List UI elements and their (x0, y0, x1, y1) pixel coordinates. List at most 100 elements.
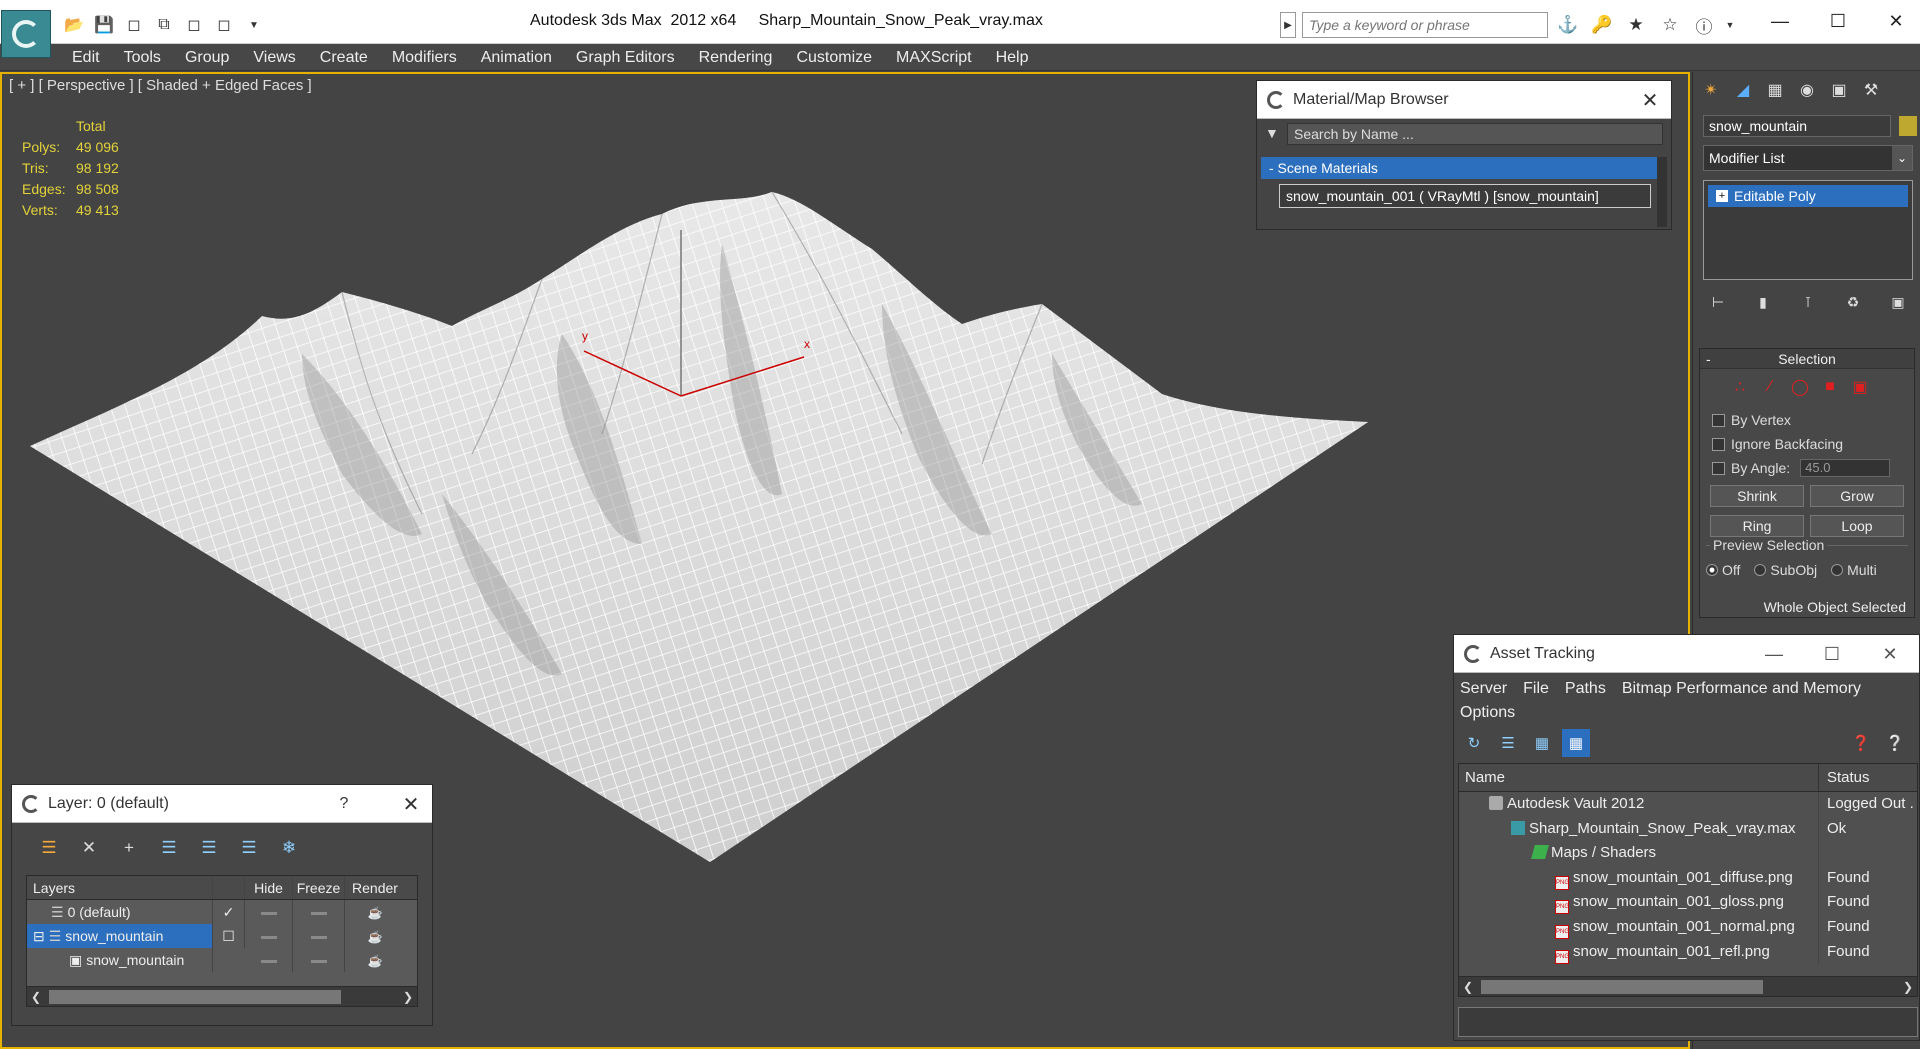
create-tab-icon[interactable]: ✴ (1697, 76, 1725, 104)
minimize-button[interactable]: — (1760, 8, 1800, 34)
scroll-thumb[interactable] (49, 990, 341, 1004)
redo-icon[interactable]: ◻ (210, 12, 238, 38)
display-tab-icon[interactable]: ▣ (1825, 76, 1853, 104)
object-color-swatch[interactable] (1899, 116, 1917, 136)
help-question-icon[interactable]: ❓ (1847, 729, 1875, 757)
column-hide[interactable]: Hide (245, 876, 293, 899)
list-view-icon[interactable]: ☰ (1494, 729, 1522, 757)
toolbar-dropdown-icon[interactable]: ▼ (240, 12, 268, 38)
preview-subobj-radio[interactable]: SubObj (1754, 562, 1817, 578)
highlight-selected-icon[interactable]: ☰ (192, 835, 226, 861)
menu-customize[interactable]: Customize (784, 44, 884, 71)
menu-modifiers[interactable]: Modifiers (380, 44, 469, 71)
remove-modifier-icon[interactable]: ♻ (1838, 290, 1868, 314)
column-layers[interactable]: Layers (27, 876, 213, 899)
help-dropdown-icon[interactable]: ▼ (1724, 12, 1736, 38)
close-icon[interactable]: ✕ (1637, 87, 1663, 113)
close-button[interactable]: ✕ (1861, 635, 1919, 673)
asset-row[interactable]: PNG snow_mountain_001_diffuse.png Found (1459, 865, 1917, 891)
menu-group[interactable]: Group (173, 44, 241, 71)
loop-button[interactable]: Loop (1810, 515, 1904, 537)
open-file-icon[interactable]: 📂 (60, 12, 88, 38)
border-level-icon[interactable]: ◯ (1790, 377, 1810, 397)
freeze-toggle[interactable] (310, 959, 327, 963)
create-layer-icon[interactable]: ☰ (32, 835, 66, 861)
menu-views[interactable]: Views (241, 44, 307, 71)
set-current-box-icon[interactable]: ☐ (222, 928, 235, 944)
binoculars-icon[interactable]: ⚓ (1554, 12, 1582, 38)
current-layer-check[interactable]: ✓ (213, 900, 245, 924)
motion-tab-icon[interactable]: ◉ (1793, 76, 1821, 104)
asset-row[interactable]: Autodesk Vault 2012 Logged Out . (1459, 792, 1917, 817)
ignore-backfacing-checkbox[interactable] (1712, 437, 1725, 451)
layer-row-selected[interactable]: ⊟ ☰ snow_mountain ☐ ☕ (27, 924, 417, 948)
modifier-list-dropdown[interactable]: Modifier List ⌄ (1703, 145, 1913, 171)
menu-animation[interactable]: Animation (469, 44, 564, 71)
menu-rendering[interactable]: Rendering (687, 44, 785, 71)
close-icon[interactable]: ✕ (398, 791, 424, 817)
menu-help[interactable]: Help (984, 44, 1041, 71)
asset-row[interactable]: PNG snow_mountain_001_normal.png Found (1459, 914, 1917, 940)
make-unique-icon[interactable]: ⊺ (1793, 290, 1823, 314)
vertex-level-icon[interactable]: ∴ (1730, 377, 1750, 397)
freeze-toggle[interactable] (310, 911, 327, 915)
scroll-left-icon[interactable]: ❮ (1459, 977, 1477, 997)
collapse-minus-icon[interactable]: ⊟ (33, 928, 45, 944)
favorites-icon[interactable]: ☆ (1656, 12, 1684, 38)
asset-row[interactable]: Maps / Shaders (1459, 841, 1917, 866)
scene-materials-group[interactable]: - Scene Materials (1261, 157, 1661, 179)
shrink-button[interactable]: Shrink (1710, 485, 1804, 507)
element-level-icon[interactable]: ▣ (1850, 377, 1870, 397)
menu-graph-editors[interactable]: Graph Editors (564, 44, 687, 71)
grow-button[interactable]: Grow (1810, 485, 1904, 507)
by-angle-option[interactable]: By Angle: 45.0 (1712, 459, 1902, 477)
filter-icon[interactable]: ▼ (1265, 125, 1279, 141)
angle-spinner[interactable]: 45.0 (1800, 459, 1891, 477)
by-angle-checkbox[interactable] (1712, 461, 1725, 475)
scroll-right-icon[interactable]: ❯ (1899, 977, 1917, 997)
table-view-icon[interactable]: ▦ (1562, 729, 1590, 757)
menu-options[interactable]: Options (1460, 701, 1515, 725)
freeze-all-icon[interactable]: ❄ (272, 835, 306, 861)
hide-toggle[interactable] (260, 959, 277, 963)
render-teapot-icon[interactable]: ☕ (368, 930, 383, 944)
minimize-button[interactable]: — (1745, 635, 1803, 673)
menu-maxscript[interactable]: MAXScript (884, 44, 984, 71)
render-teapot-icon[interactable]: ☕ (368, 906, 383, 920)
hide-toggle[interactable] (260, 935, 277, 939)
maximize-button[interactable]: ☐ (1818, 8, 1858, 34)
asset-path-field[interactable] (1458, 1007, 1918, 1037)
scroll-right-icon[interactable]: ❯ (399, 987, 417, 1007)
expand-plus-icon[interactable]: + (1716, 190, 1728, 202)
add-to-layer-icon[interactable]: + (112, 835, 146, 861)
undo-icon[interactable]: ◻ (180, 12, 208, 38)
layer-row[interactable]: ☰ 0 (default) ✓ ☕ (27, 900, 417, 924)
close-button[interactable]: ✕ (1876, 8, 1916, 34)
menu-tools[interactable]: Tools (112, 44, 173, 71)
column-render[interactable]: Render (345, 876, 405, 899)
help-button[interactable]: ? (332, 791, 356, 817)
communication-center-icon[interactable]: ★ (1622, 12, 1650, 38)
help-search-input[interactable] (1302, 12, 1548, 38)
by-vertex-checkbox[interactable] (1712, 413, 1725, 427)
expand-arrow-icon[interactable]: ▶ (1280, 12, 1296, 38)
ignore-backfacing-option[interactable]: Ignore Backfacing (1712, 435, 1902, 453)
material-browser-titlebar[interactable]: Material/Map Browser (1257, 81, 1671, 119)
layer-horizontal-scrollbar[interactable]: ❮ ❯ (27, 986, 417, 1006)
stack-item-editable-poly[interactable]: + Editable Poly (1708, 185, 1908, 207)
maximize-button[interactable]: ☐ (1803, 635, 1861, 673)
column-name[interactable]: Name (1459, 764, 1819, 791)
selection-rollout-header[interactable]: - Selection (1700, 349, 1914, 369)
scroll-left-icon[interactable]: ❮ (27, 987, 45, 1007)
thumbnail-view-icon[interactable]: ▦ (1528, 729, 1556, 757)
hierarchy-tab-icon[interactable]: ▦ (1761, 76, 1789, 104)
edge-level-icon[interactable]: ∕ (1760, 377, 1780, 397)
polygon-level-icon[interactable]: ■ (1820, 377, 1840, 397)
modify-tab-icon[interactable]: ◢ (1729, 76, 1757, 104)
material-search-input[interactable]: Search by Name ... (1287, 123, 1663, 145)
delete-layer-icon[interactable]: ✕ (72, 835, 106, 861)
help-about-icon[interactable]: ❔ (1881, 729, 1909, 757)
material-item[interactable]: snow_mountain_001 ( VRayMtl ) [snow_moun… (1279, 184, 1651, 208)
asset-row[interactable]: PNG snow_mountain_001_gloss.png Found (1459, 890, 1917, 915)
configure-modifier-sets-icon[interactable]: ▣ (1883, 290, 1913, 314)
